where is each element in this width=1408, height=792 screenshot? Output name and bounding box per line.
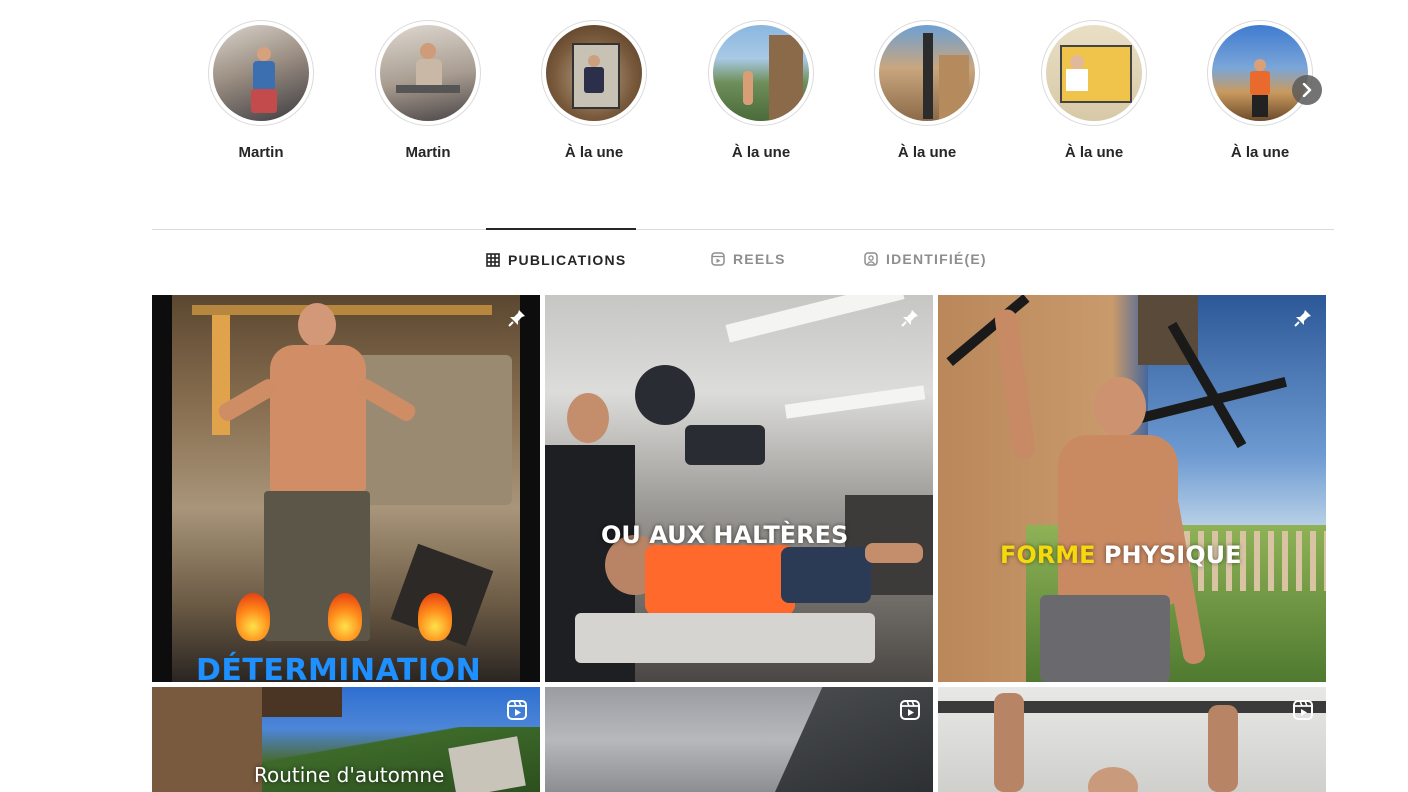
post-overlay-text: DÉTERMINATION (196, 653, 482, 682)
highlight-item[interactable]: Martin (206, 20, 316, 161)
tab-publications[interactable]: PUBLICATIONS (486, 228, 636, 290)
highlight-label: À la une (1230, 144, 1290, 161)
post-overlay-text: FORME PHYSIQUE (1000, 541, 1241, 569)
reel-icon (1290, 697, 1316, 723)
tab-tagged-label: IDENTIFIÉ(E) (886, 251, 987, 267)
tagged-user-icon (864, 252, 878, 266)
highlight-label: Martin (238, 144, 284, 161)
post-overlay-rest: PHYSIQUE (1103, 541, 1242, 569)
post-tile[interactable]: Routine d'automne (152, 687, 540, 792)
highlight-thumbnail (1046, 25, 1142, 121)
highlight-thumbnail (713, 25, 809, 121)
highlight-item[interactable]: À la une (1039, 20, 1149, 161)
highlight-thumbnail (213, 25, 309, 121)
highlight-label: À la une (897, 144, 957, 161)
reel-icon (711, 252, 725, 266)
highlight-thumbnail (380, 25, 476, 121)
pin-icon (1290, 305, 1316, 331)
highlight-thumbnail (879, 25, 975, 121)
tab-reels[interactable]: REELS (711, 229, 786, 289)
tab-reels-label: REELS (733, 251, 786, 267)
reel-icon (897, 697, 923, 723)
tab-publications-label: PUBLICATIONS (508, 252, 627, 268)
highlight-ring (541, 20, 647, 126)
tab-tagged[interactable]: IDENTIFIÉ(E) (864, 229, 987, 289)
highlight-label: À la une (564, 144, 624, 161)
post-tile[interactable]: DÉTERMINATION (152, 295, 540, 682)
story-highlights-row: Martin Martin À la une À la une À la une… (0, 0, 1408, 200)
highlight-ring (874, 20, 980, 126)
highlight-label: Martin (405, 144, 451, 161)
highlight-ring (375, 20, 481, 126)
post-overlay-text: OU AUX HALTÈRES (601, 521, 849, 549)
highlight-ring (708, 20, 814, 126)
highlight-thumbnail (1212, 25, 1308, 121)
highlight-item[interactable]: À la une (706, 20, 816, 161)
highlight-item[interactable]: Martin (373, 20, 483, 161)
highlight-label: À la une (731, 144, 791, 161)
post-tile[interactable] (545, 687, 933, 792)
post-tile[interactable]: FORME PHYSIQUE (938, 295, 1326, 682)
highlight-ring (208, 20, 314, 126)
highlight-item[interactable]: À la une (872, 20, 982, 161)
reel-icon (504, 697, 530, 723)
pin-icon (897, 305, 923, 331)
pin-icon (504, 305, 530, 331)
chevron-right-icon[interactable] (1292, 75, 1322, 105)
post-tile[interactable] (938, 687, 1326, 792)
highlight-ring (1041, 20, 1147, 126)
post-overlay-highlight: FORME (1000, 541, 1096, 569)
highlight-thumbnail (546, 25, 642, 121)
highlight-ring (1207, 20, 1313, 126)
highlight-item[interactable]: À la une (539, 20, 649, 161)
post-overlay-text: Routine d'automne (254, 763, 445, 787)
post-tile[interactable]: OU AUX HALTÈRES (545, 295, 933, 682)
highlight-label: À la une (1064, 144, 1124, 161)
grid-icon (486, 253, 500, 267)
